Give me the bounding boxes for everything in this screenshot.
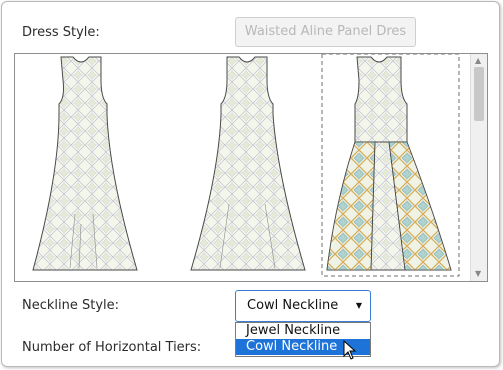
dress-option-3[interactable] <box>326 56 452 271</box>
scroll-up-icon[interactable]: ▲ <box>475 57 481 65</box>
mouse-pointer-icon <box>343 340 357 360</box>
neckline-style-select[interactable]: Cowl Neckline ▼ <box>235 290 371 322</box>
scroll-down-icon[interactable]: ▼ <box>475 270 481 278</box>
dress-option-1[interactable] <box>32 56 138 271</box>
gallery-scrollbar[interactable]: ▲ ▼ <box>470 54 487 281</box>
chevron-down-icon: ▼ <box>355 301 362 310</box>
neckline-option-jewel[interactable]: Jewel Neckline <box>236 323 370 339</box>
scrollbar-thumb[interactable] <box>474 67 484 121</box>
neckline-style-label: Neckline Style: <box>22 298 120 313</box>
dress-style-gallery: ▲ ▼ <box>14 53 488 282</box>
dress-style-label: Dress Style: <box>22 25 100 40</box>
dress-style-field[interactable]: Waisted Aline Panel Dres <box>235 17 416 47</box>
dress-option-2[interactable] <box>190 56 306 271</box>
neckline-selected-value: Cowl Neckline <box>247 298 339 313</box>
dress-gallery-canvas <box>32 54 460 277</box>
horizontal-tiers-label: Number of Horizontal Tiers: <box>22 340 202 355</box>
